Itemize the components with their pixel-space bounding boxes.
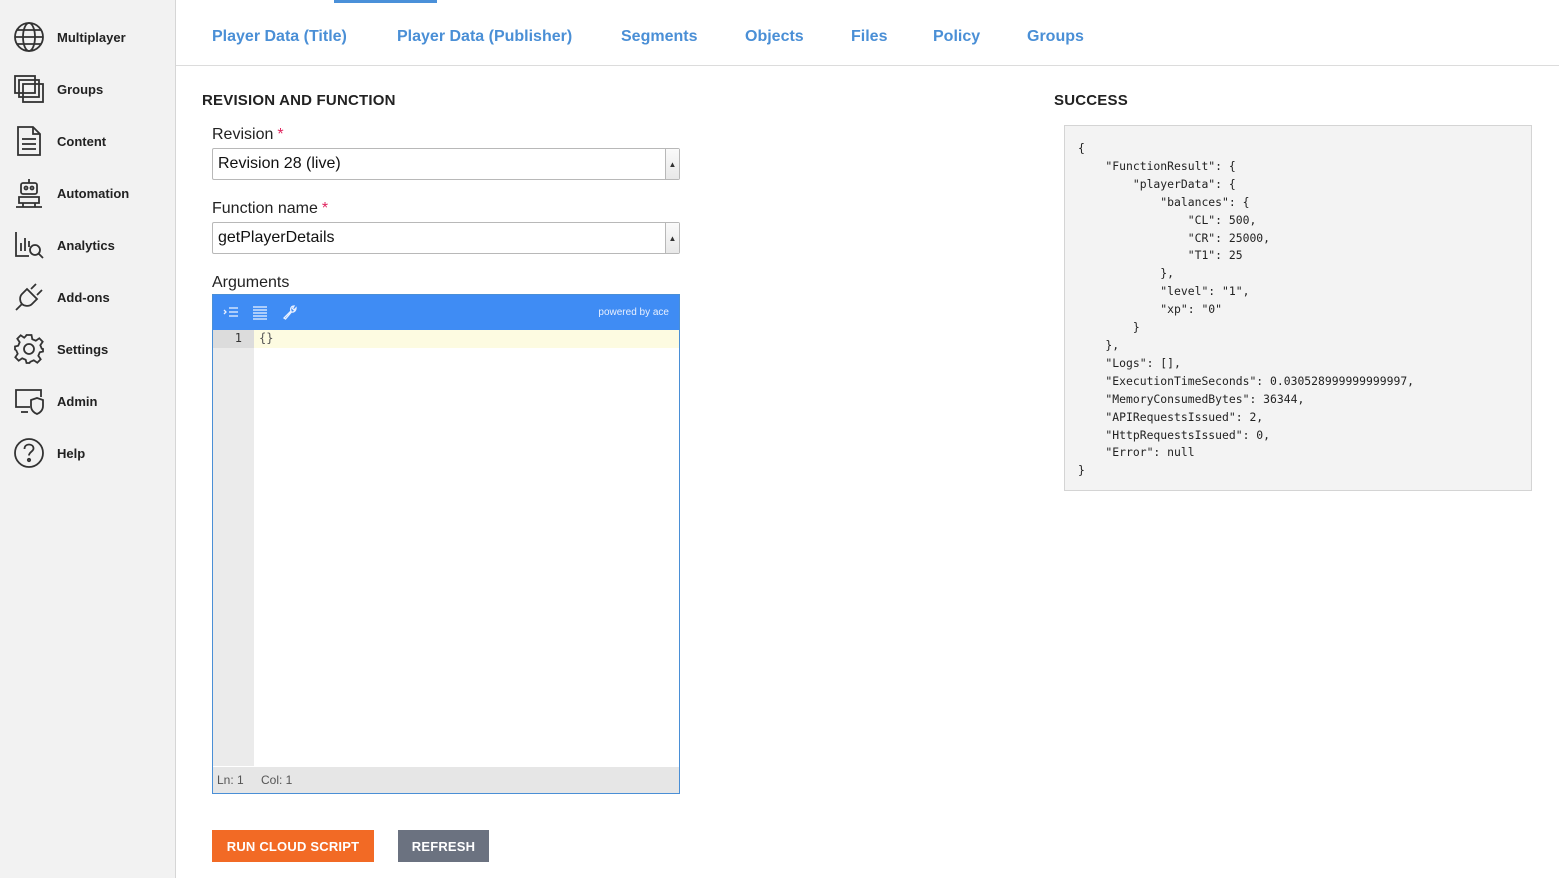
status-line: Ln: 1 bbox=[217, 773, 244, 787]
tab-policy[interactable]: Policy bbox=[933, 28, 980, 46]
sidebar-item-add-ons[interactable]: Add-ons bbox=[0, 275, 175, 319]
revision-label: Revision * bbox=[212, 126, 284, 144]
sidebar-item-label: Help bbox=[57, 445, 86, 461]
tab-bar: Player Data (Title) Player Data (Publish… bbox=[176, 0, 1559, 66]
revision-select-value: Revision 28 (live) bbox=[218, 155, 341, 172]
powered-by-ace: powered by ace bbox=[598, 307, 669, 318]
revision-label-text: Revision bbox=[212, 126, 274, 143]
sidebar-item-label: Admin bbox=[57, 393, 98, 409]
result-title: SUCCESS bbox=[1054, 92, 1128, 109]
sidebar-item-multiplayer[interactable]: Multiplayer bbox=[0, 15, 175, 59]
function-name-label-text: Function name bbox=[212, 200, 318, 217]
chevron-down-icon[interactable]: ▲ bbox=[665, 223, 679, 253]
sidebar-item-settings[interactable]: Settings bbox=[0, 327, 175, 371]
tab-files[interactable]: Files bbox=[851, 28, 887, 46]
line-number: 1 bbox=[234, 331, 242, 345]
required-mark: * bbox=[277, 126, 284, 143]
sidebar-item-label: Analytics bbox=[57, 237, 115, 253]
sidebar-item-label: Groups bbox=[57, 81, 104, 97]
run-cloud-script-button[interactable]: RUN CLOUD SCRIPT bbox=[212, 830, 374, 862]
function-name-select[interactable]: getPlayerDetails ▲ bbox=[212, 222, 680, 254]
tab-groups[interactable]: Groups bbox=[1027, 28, 1084, 46]
sidebar-item-groups[interactable]: Groups bbox=[0, 67, 175, 111]
status-col: Col: 1 bbox=[261, 773, 293, 787]
function-name-select-value: getPlayerDetails bbox=[218, 229, 335, 246]
stacked-windows-icon bbox=[12, 73, 46, 105]
editor-active-line bbox=[254, 330, 679, 348]
document-icon bbox=[12, 125, 46, 157]
result-json: { "FunctionResult": { "playerData": { "b… bbox=[1078, 141, 1415, 478]
question-circle-icon bbox=[12, 437, 46, 469]
plug-icon bbox=[12, 281, 46, 313]
indent-icon[interactable] bbox=[222, 303, 240, 321]
tab-segments[interactable]: Segments bbox=[621, 28, 697, 46]
arguments-label: Arguments bbox=[212, 274, 290, 291]
editor-content[interactable]: {} bbox=[259, 331, 273, 345]
globe-icon bbox=[12, 21, 46, 53]
refresh-button[interactable]: REFRESH bbox=[398, 830, 489, 862]
sidebar-item-label: Add-ons bbox=[57, 289, 110, 305]
format-lines-icon[interactable] bbox=[251, 303, 269, 321]
sidebar-item-label: Content bbox=[57, 133, 107, 149]
required-mark: * bbox=[321, 200, 329, 217]
editor-toolbar: powered by ace bbox=[213, 295, 679, 330]
sidebar-item-admin[interactable]: Admin bbox=[0, 379, 175, 423]
tab-player-data-title[interactable]: Player Data (Title) bbox=[212, 28, 347, 46]
gear-icon bbox=[12, 333, 46, 365]
active-tab-indicator bbox=[334, 0, 437, 3]
arguments-editor[interactable]: powered by ace 1 {} Ln: 1 Col: 1 bbox=[212, 294, 680, 794]
sidebar-item-label: Settings bbox=[57, 341, 109, 357]
robot-icon bbox=[12, 177, 46, 209]
sidebar: Multiplayer Groups Content Automation An… bbox=[0, 0, 176, 878]
sidebar-item-label: Automation bbox=[57, 185, 130, 201]
sidebar-item-help[interactable]: Help bbox=[0, 431, 175, 475]
tab-player-data-publisher[interactable]: Player Data (Publisher) bbox=[397, 28, 572, 46]
chevron-down-icon[interactable]: ▲ bbox=[665, 149, 679, 179]
sidebar-item-label: Multiplayer bbox=[57, 29, 126, 45]
editor-gutter bbox=[213, 330, 254, 766]
tab-objects[interactable]: Objects bbox=[745, 28, 804, 46]
monitor-shield-icon bbox=[12, 385, 46, 417]
sidebar-item-content[interactable]: Content bbox=[0, 119, 175, 163]
revision-select[interactable]: Revision 28 (live) ▲ bbox=[212, 148, 680, 180]
sidebar-item-analytics[interactable]: Analytics bbox=[0, 223, 175, 267]
wrench-icon[interactable] bbox=[281, 303, 299, 321]
chart-magnifier-icon bbox=[12, 229, 46, 261]
result-output: { "FunctionResult": { "playerData": { "b… bbox=[1064, 125, 1532, 491]
editor-statusbar: Ln: 1 Col: 1 bbox=[213, 767, 679, 793]
section-title-revision-function: REVISION AND FUNCTION bbox=[202, 92, 396, 109]
sidebar-item-automation[interactable]: Automation bbox=[0, 171, 175, 215]
function-name-label: Function name * bbox=[212, 200, 328, 218]
